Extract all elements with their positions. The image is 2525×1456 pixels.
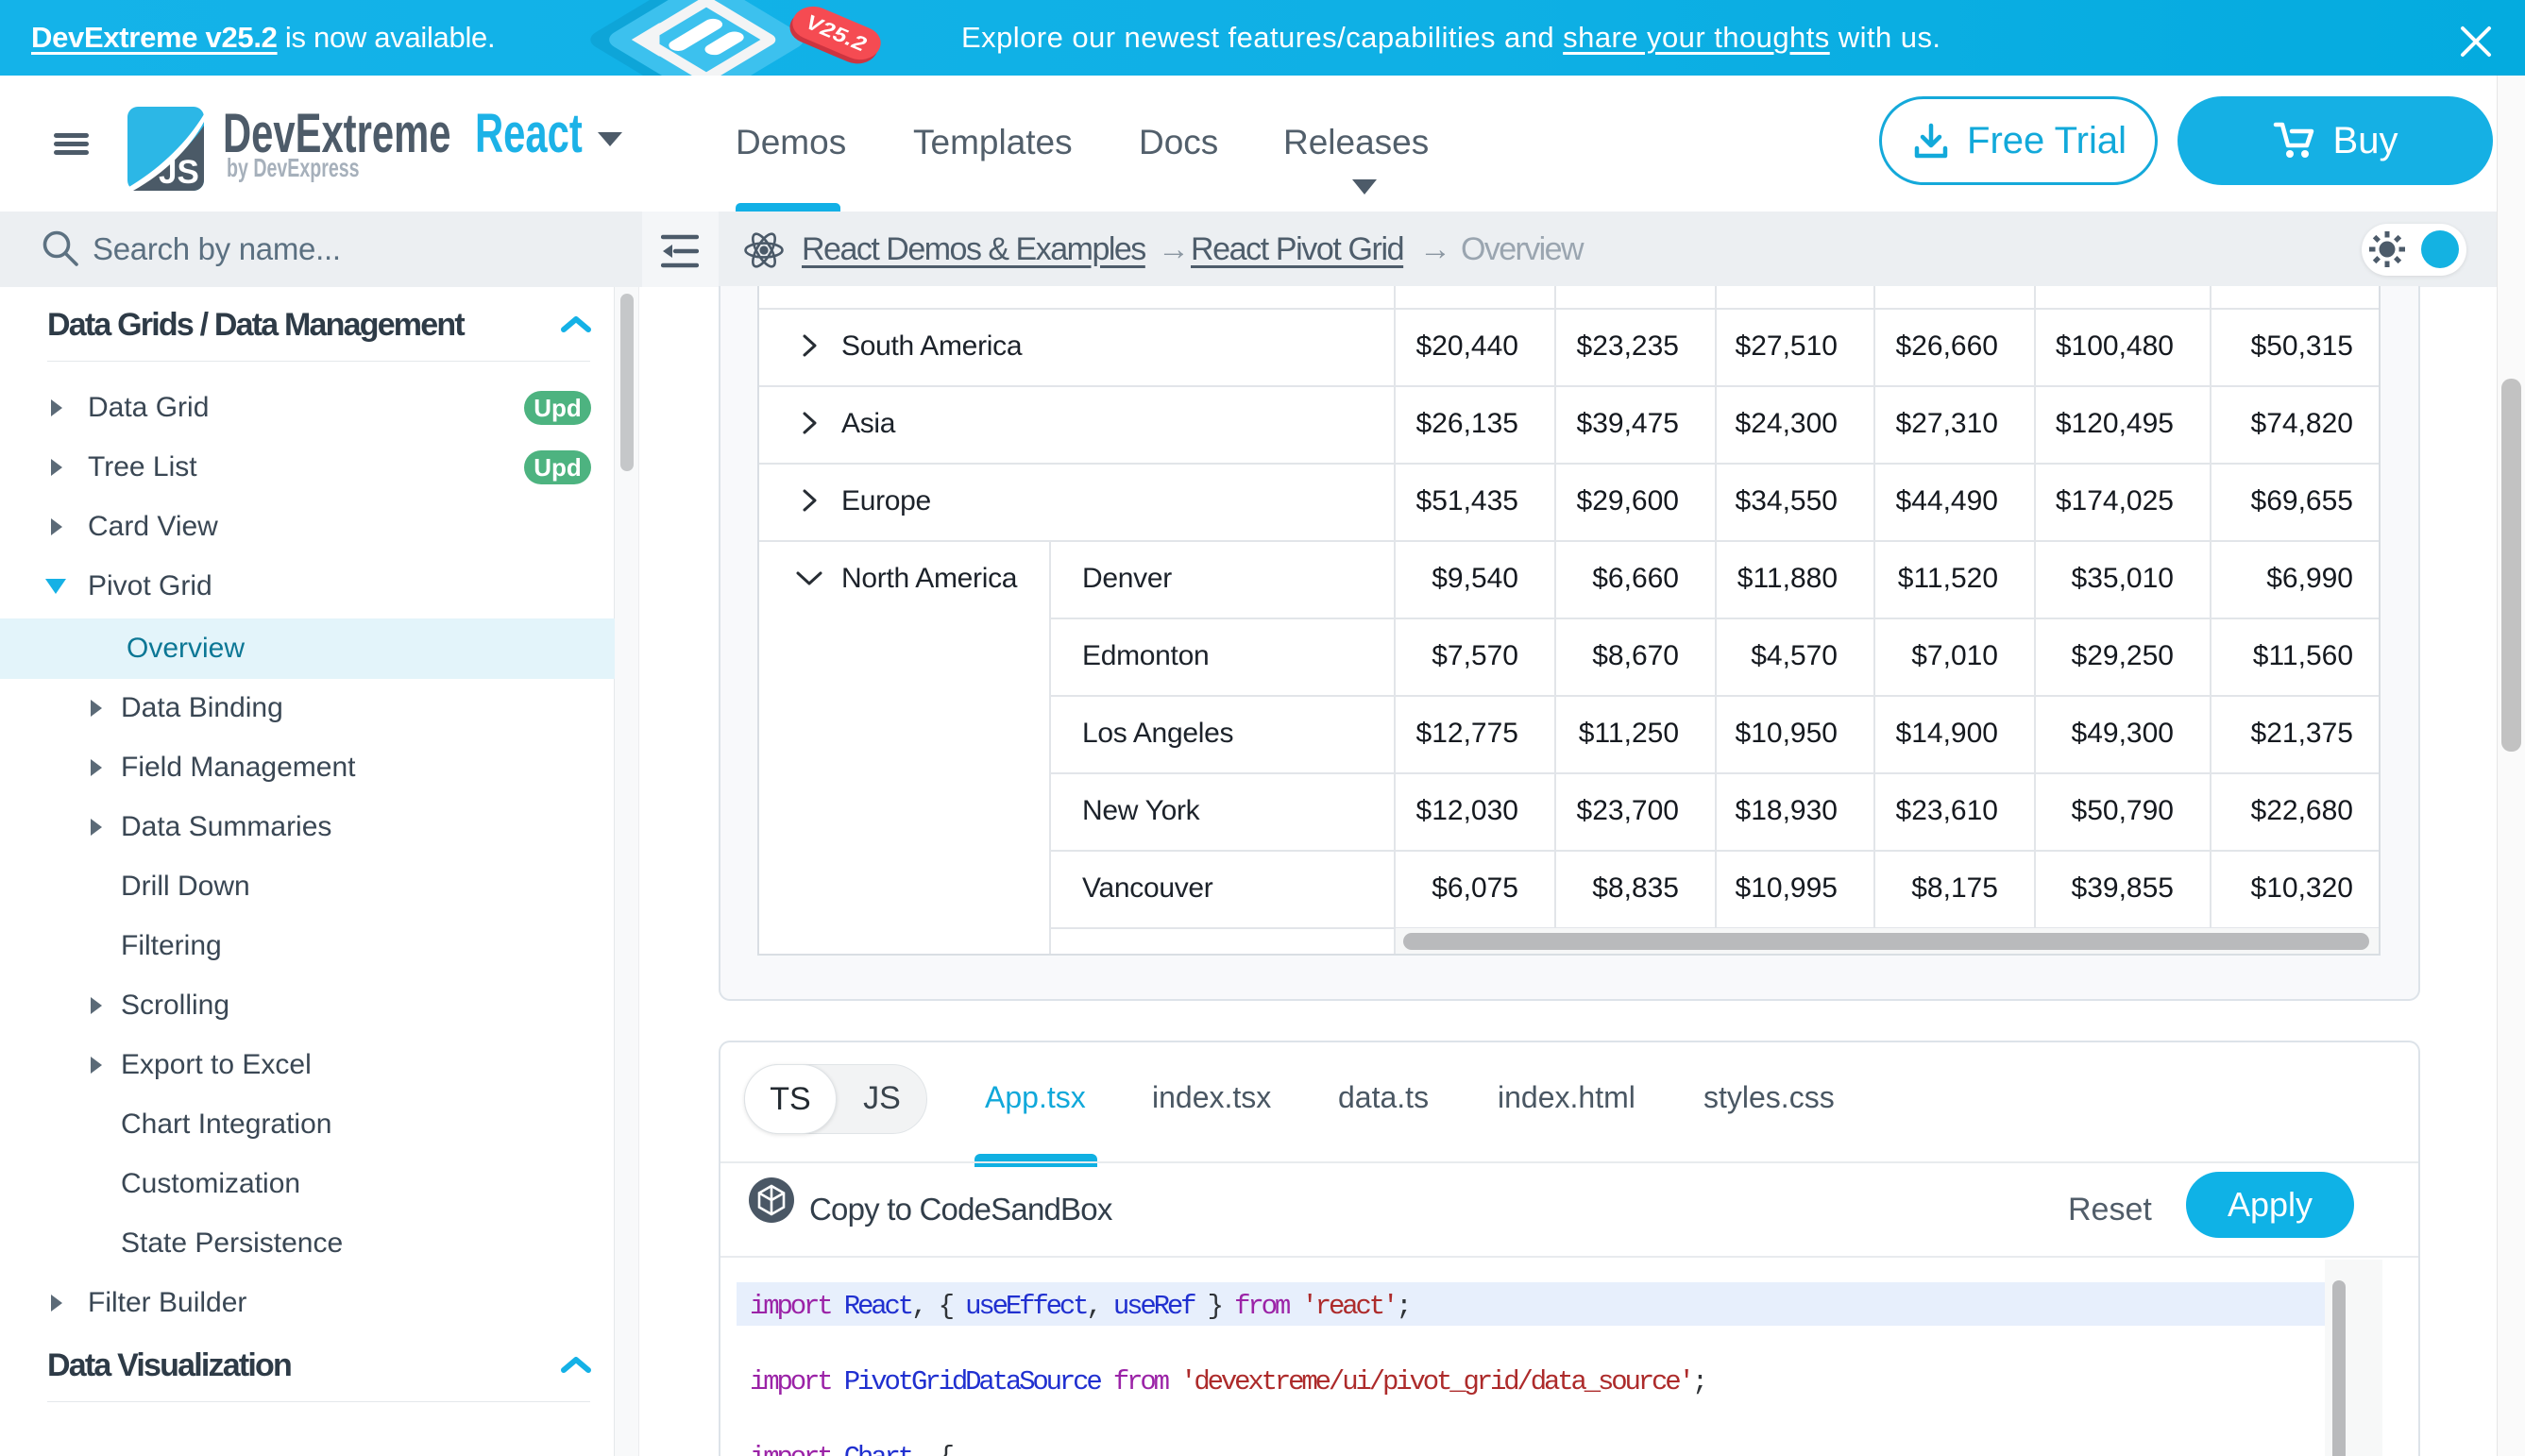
svg-text:JS: JS [159,154,199,191]
